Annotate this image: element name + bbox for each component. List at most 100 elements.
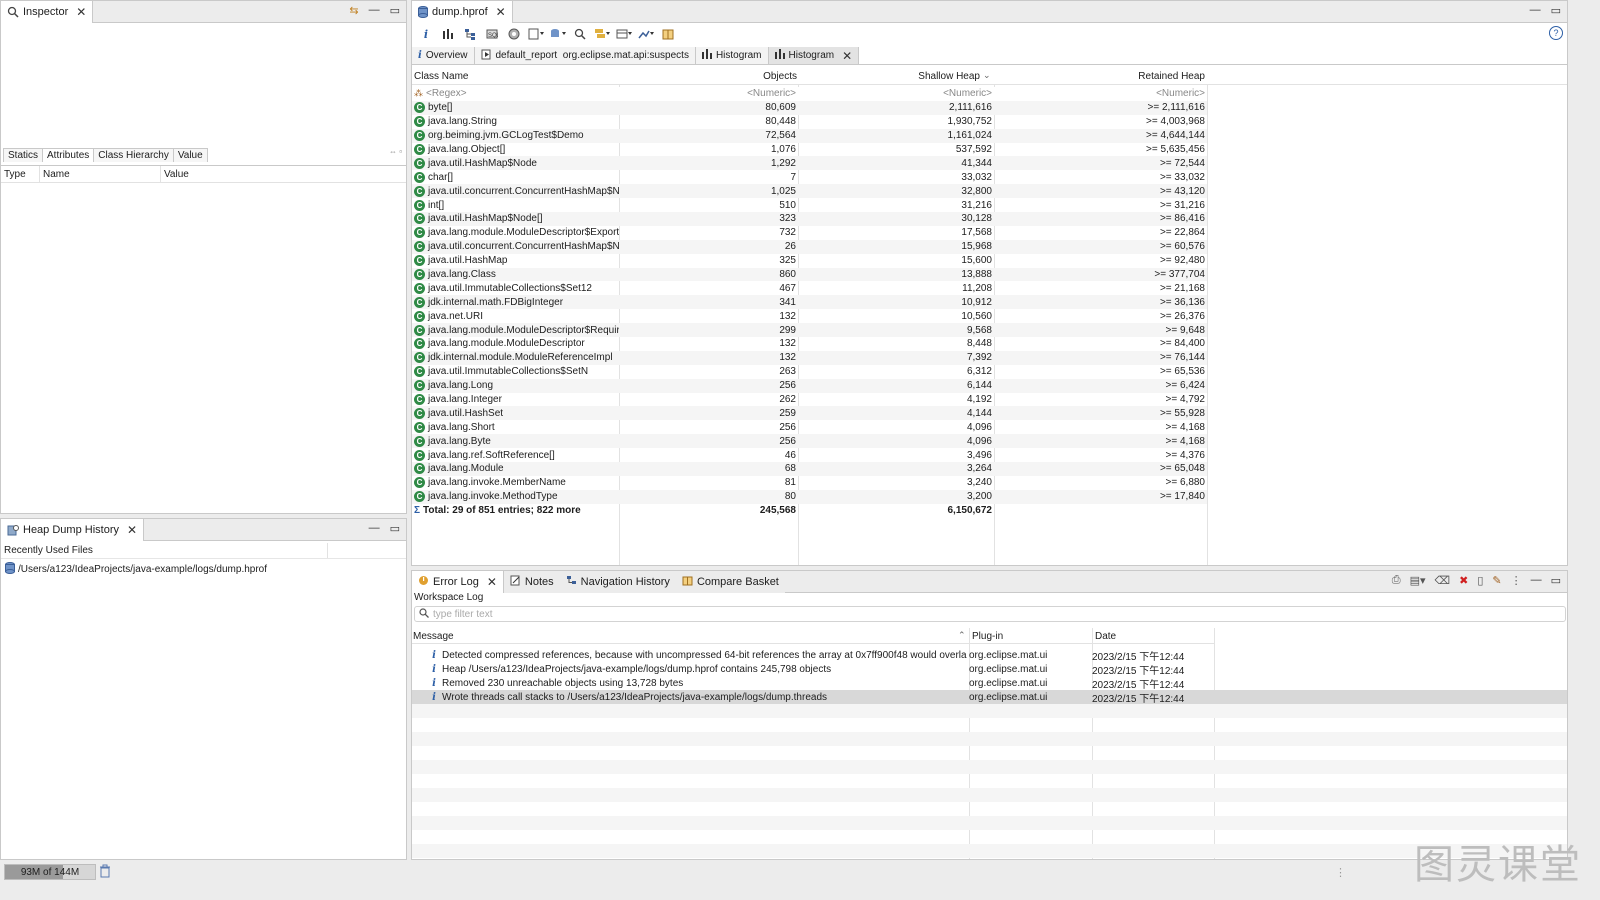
- filter-regex[interactable]: <Regex>: [426, 88, 467, 99]
- table-row[interactable]: Cjava.lang.Integer 262 4,192 >= 4,792: [412, 393, 1207, 407]
- table-row[interactable]: Cjava.lang.Module 68 3,264 >= 65,048: [412, 462, 1207, 476]
- table-row[interactable]: Cjava.lang.Short 256 4,096 >= 4,168: [412, 420, 1207, 434]
- minimize-icon[interactable]: —: [369, 522, 380, 535]
- filter-shallow[interactable]: <Numeric>: [798, 88, 994, 99]
- col-class-name[interactable]: Class Name: [414, 71, 468, 82]
- log-entry[interactable]: i Wrote threads call stacks to /Users/a12…: [412, 690, 1567, 705]
- maximize-icon[interactable]: ▭: [390, 522, 400, 535]
- table-row[interactable]: Cjava.util.HashMap 325 15,600 >= 92,480: [412, 254, 1207, 268]
- col-objects[interactable]: Objects: [622, 71, 797, 82]
- filter-objects[interactable]: <Numeric>: [619, 88, 798, 99]
- open-log-icon[interactable]: ▯: [1477, 574, 1483, 587]
- table-row[interactable]: Cjava.lang.invoke.MemberName 81 3,240 >= 6,…: [412, 476, 1207, 490]
- history-file-item[interactable]: /Users/a123/IdeaProjects/java-example/lo…: [5, 562, 267, 577]
- col-name[interactable]: Name: [43, 169, 70, 180]
- subtab-attributes[interactable]: Attributes: [42, 148, 95, 162]
- tab-navigation-history[interactable]: Navigation History: [559, 571, 676, 593]
- maximize-icon[interactable]: ▭: [390, 4, 400, 17]
- delete-log-icon[interactable]: ✖: [1459, 574, 1468, 587]
- close-icon[interactable]: ✕: [487, 575, 497, 589]
- table-row[interactable]: Cjava.lang.module.ModuleDescriptor$Requi…: [412, 323, 1207, 338]
- filter-row[interactable]: ⁂ <Regex> <Numeric> <Numeric> <Numeric>: [412, 87, 1207, 101]
- tab-heap-dump-history[interactable]: Heap Dump History ✕: [1, 519, 145, 541]
- log-entry[interactable]: i Heap /Users/a123/IdeaProjects/java-exam…: [412, 662, 1567, 677]
- col-message[interactable]: Message: [413, 631, 454, 642]
- tab-default-report[interactable]: default_report org.eclipse.mat.api:suspe…: [474, 47, 696, 64]
- table-row[interactable]: Cjava.util.ImmutableCollections$Set12 467…: [412, 281, 1207, 295]
- group-by-icon[interactable]: [594, 26, 610, 42]
- log-filter-input[interactable]: type filter text: [433, 609, 492, 620]
- col-value[interactable]: Value: [164, 169, 189, 180]
- histogram-icon[interactable]: [440, 26, 456, 42]
- close-icon[interactable]: ✕: [842, 49, 852, 63]
- log-entry[interactable]: i Removed 230 unreachable objects using 1…: [412, 676, 1567, 691]
- table-row[interactable]: Cjava.util.ImmutableCollections$SetN 263 6…: [412, 365, 1207, 379]
- columns-icon[interactable]: [616, 26, 632, 42]
- col-type[interactable]: Type: [4, 169, 26, 180]
- table-row[interactable]: Cjdk.internal.math.FDBigInteger 341 10,912…: [412, 295, 1207, 310]
- table-row[interactable]: Cjava.util.HashMap$Node 1,292 41,344 >= 72,…: [412, 156, 1207, 171]
- inspector-view-menu[interactable]: ⇔ ▫: [389, 147, 402, 156]
- query-browser-icon[interactable]: [550, 26, 566, 42]
- col-plugin[interactable]: Plug-in: [972, 631, 1003, 642]
- close-icon[interactable]: ✕: [496, 5, 506, 19]
- table-row[interactable]: Cjava.util.concurrent.ConcurrentHashMap$…: [412, 239, 1207, 254]
- close-icon[interactable]: ✕: [76, 5, 86, 19]
- compare-icon[interactable]: [660, 26, 676, 42]
- tab-notes[interactable]: Notes: [503, 571, 560, 593]
- table-row[interactable]: Cchar[] 7 33,032 >= 33,032: [412, 170, 1207, 184]
- maximize-icon[interactable]: ▭: [1551, 574, 1561, 587]
- table-row[interactable]: Corg.beiming.jvm.GCLogTest$Demo 72,564 1,1…: [412, 128, 1207, 143]
- filter-retained[interactable]: <Numeric>: [994, 88, 1207, 99]
- export-icon[interactable]: [638, 26, 654, 42]
- info-icon[interactable]: i: [418, 26, 434, 42]
- tab-histogram-1[interactable]: Histogram: [695, 47, 769, 64]
- table-row[interactable]: Cjava.lang.ref.SoftReference[] 46 3,496 >= …: [412, 448, 1207, 462]
- log-entry[interactable]: i Detected compressed references, because…: [412, 648, 1567, 663]
- table-row[interactable]: Cjava.lang.invoke.MethodType 80 3,200 >= 17…: [412, 489, 1207, 504]
- help-icon[interactable]: ?: [1549, 26, 1563, 40]
- table-row[interactable]: Cjava.lang.Byte 256 4,096 >= 4,168: [412, 434, 1207, 449]
- export-log-icon[interactable]: ⎙: [1392, 574, 1401, 587]
- minimize-icon[interactable]: —: [1530, 4, 1541, 17]
- close-icon[interactable]: ✕: [127, 523, 137, 537]
- table-row[interactable]: Cjava.util.concurrent.ConcurrentHashMap$…: [412, 184, 1207, 199]
- tab-error-log[interactable]: Error Log ✕: [412, 571, 504, 593]
- heap-status[interactable]: 93M of 144M: [4, 864, 96, 880]
- table-row[interactable]: Cjava.lang.module.ModuleDescriptor 132 8,4…: [412, 337, 1207, 351]
- table-row[interactable]: Cjava.util.HashMap$Node[] 323 30,128 >= 86,…: [412, 212, 1207, 226]
- col-retained-heap[interactable]: Retained Heap: [997, 71, 1205, 82]
- restore-log-icon[interactable]: ✎: [1492, 574, 1501, 587]
- minimize-icon[interactable]: —: [369, 4, 380, 17]
- clear-log-icon[interactable]: ⌫: [1435, 574, 1451, 587]
- tab-compare-basket[interactable]: Compare Basket: [675, 571, 785, 593]
- sync-icon[interactable]: ⇆: [349, 4, 358, 17]
- table-row[interactable]: Cjava.lang.module.ModuleDescriptor$Expor…: [412, 226, 1207, 240]
- table-row[interactable]: Cint[] 510 31,216 >= 31,216: [412, 198, 1207, 212]
- subtab-value[interactable]: Value: [172, 148, 208, 162]
- maximize-icon[interactable]: ▭: [1551, 4, 1561, 17]
- table-row[interactable]: Cjava.lang.String 80,448 1,930,752 >= 4,003…: [412, 115, 1207, 129]
- trash-icon[interactable]: [99, 864, 111, 881]
- log-filter-box[interactable]: type filter text: [414, 606, 1566, 622]
- tab-inspector[interactable]: Inspector ✕: [1, 1, 94, 23]
- col-date[interactable]: Date: [1095, 631, 1116, 642]
- tab-dump-hprof[interactable]: dump.hprof ✕: [412, 1, 513, 23]
- oql-icon[interactable]: SQL: [484, 26, 500, 42]
- run-report-icon[interactable]: [528, 26, 544, 42]
- tab-histogram-2[interactable]: Histogram ✕: [768, 47, 860, 64]
- search-icon[interactable]: [572, 26, 588, 42]
- table-row[interactable]: Cjava.util.HashSet 259 4,144 >= 55,928: [412, 406, 1207, 421]
- subtab-class-hierarchy[interactable]: Class Hierarchy: [93, 148, 174, 162]
- thread-overview-icon[interactable]: [506, 26, 522, 42]
- import-log-icon[interactable]: ▤▾: [1410, 574, 1426, 587]
- table-row[interactable]: Cjdk.internal.module.ModuleReferenceImpl…: [412, 350, 1207, 365]
- table-row[interactable]: Cjava.lang.Long 256 6,144 >= 6,424: [412, 378, 1207, 393]
- table-row[interactable]: Cbyte[] 80,609 2,111,616 >= 2,111,616: [412, 100, 1207, 115]
- table-row[interactable]: Cjava.net.URI 132 10,560 >= 26,376: [412, 309, 1207, 323]
- minimize-icon[interactable]: —: [1531, 574, 1542, 587]
- table-row[interactable]: Cjava.lang.Object[] 1,076 537,592 >= 5,635,…: [412, 143, 1207, 157]
- dominator-tree-icon[interactable]: [462, 26, 478, 42]
- subtab-statics[interactable]: Statics: [3, 148, 44, 162]
- col-shallow-heap[interactable]: Shallow Heap: [802, 71, 980, 82]
